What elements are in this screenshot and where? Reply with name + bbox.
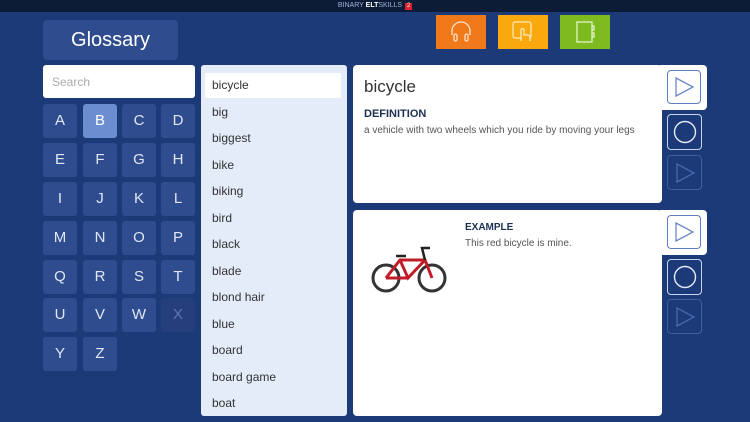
- letter-r-button[interactable]: R: [83, 260, 117, 294]
- word-list-item[interactable]: big: [205, 100, 341, 125]
- letter-a-button[interactable]: A: [43, 104, 77, 138]
- letter-i-button[interactable]: I: [43, 182, 77, 216]
- word-list-item[interactable]: blond hair: [205, 285, 341, 310]
- word-list-item[interactable]: board: [205, 338, 341, 363]
- letter-g-button[interactable]: G: [122, 143, 156, 177]
- word-list[interactable]: bicycle big biggest bike biking bird black blad…: [201, 65, 347, 416]
- word-list-item[interactable]: blade: [205, 259, 341, 284]
- brand-bold: ELT: [365, 2, 379, 9]
- record-icon: [673, 120, 696, 144]
- word-list-item[interactable]: biggest: [205, 126, 341, 151]
- example-play-tab: [660, 210, 707, 255]
- brand-badge: 2: [405, 3, 413, 10]
- letter-v-button[interactable]: V: [83, 298, 117, 332]
- letter-z-button[interactable]: Z: [83, 337, 117, 371]
- letter-k-button[interactable]: K: [122, 182, 156, 216]
- example-heading: EXAMPLE: [465, 222, 514, 233]
- definition-play-tab: [660, 65, 707, 110]
- word-list-item[interactable]: biking: [205, 179, 341, 204]
- letter-u-button[interactable]: U: [43, 298, 77, 332]
- letter-y-button[interactable]: Y: [43, 337, 77, 371]
- letter-p-button[interactable]: P: [161, 221, 195, 255]
- letter-h-button[interactable]: H: [161, 143, 195, 177]
- play-icon: [675, 76, 695, 98]
- letter-l-button[interactable]: L: [161, 182, 195, 216]
- playback-example-button[interactable]: [667, 299, 702, 334]
- play-icon: [675, 221, 695, 243]
- word-list-item[interactable]: boat: [205, 391, 341, 416]
- headphones-icon: [451, 21, 471, 42]
- notebook-icon: [576, 21, 595, 43]
- listen-button[interactable]: [436, 15, 486, 49]
- letter-n-button[interactable]: N: [83, 221, 117, 255]
- word-list-item[interactable]: bird: [205, 206, 341, 231]
- definition-text: a vehicle with two wheels which you ride…: [364, 125, 635, 136]
- word-list-item[interactable]: bike: [205, 153, 341, 178]
- letter-o-button[interactable]: O: [122, 221, 156, 255]
- word-list-item[interactable]: board game: [205, 365, 341, 390]
- notebook-button[interactable]: [560, 15, 610, 49]
- letter-d-button[interactable]: D: [161, 104, 195, 138]
- letter-q-button[interactable]: Q: [43, 260, 77, 294]
- play-icon: [675, 162, 695, 183]
- search-input[interactable]: [43, 65, 195, 98]
- letter-w-button[interactable]: W: [122, 298, 156, 332]
- word-list-item[interactable]: blue: [205, 312, 341, 337]
- example-text: This red bicycle is mine.: [465, 238, 572, 249]
- letter-x-button: X: [161, 298, 195, 332]
- record-example-button[interactable]: [667, 259, 702, 295]
- example-card: EXAMPLE This red bicycle is mine.: [353, 210, 662, 416]
- play-icon: [675, 306, 695, 327]
- letter-m-button[interactable]: M: [43, 221, 77, 255]
- practice-button[interactable]: [498, 15, 548, 49]
- letter-s-button[interactable]: S: [122, 260, 156, 294]
- letter-e-button[interactable]: E: [43, 143, 77, 177]
- letter-b-button[interactable]: B: [83, 104, 117, 138]
- letter-t-button[interactable]: T: [161, 260, 195, 294]
- brand-suffix: SKILLS: [378, 2, 403, 9]
- play-example-button[interactable]: [667, 215, 701, 249]
- letter-f-button[interactable]: F: [83, 143, 117, 177]
- definition-word: bicycle: [364, 77, 416, 96]
- letter-c-button[interactable]: C: [122, 104, 156, 138]
- definition-card: bicycle DEFINITION a vehicle with two wh…: [353, 65, 662, 203]
- letter-j-button[interactable]: J: [83, 182, 117, 216]
- glossary-title: Glossary: [43, 20, 178, 60]
- word-list-item[interactable]: bicycle: [205, 73, 341, 98]
- play-definition-button[interactable]: [667, 70, 701, 104]
- bicycle-image: [371, 246, 447, 293]
- playback-definition-button[interactable]: [667, 155, 702, 190]
- word-list-item[interactable]: black: [205, 232, 341, 257]
- brand-prefix: BINARY: [337, 2, 366, 9]
- record-definition-button[interactable]: [667, 114, 702, 150]
- top-bar: BINARY ELTSKILLS 2: [0, 0, 750, 12]
- touch-icon: [512, 21, 532, 41]
- record-icon: [673, 265, 696, 289]
- definition-heading: DEFINITION: [364, 108, 427, 120]
